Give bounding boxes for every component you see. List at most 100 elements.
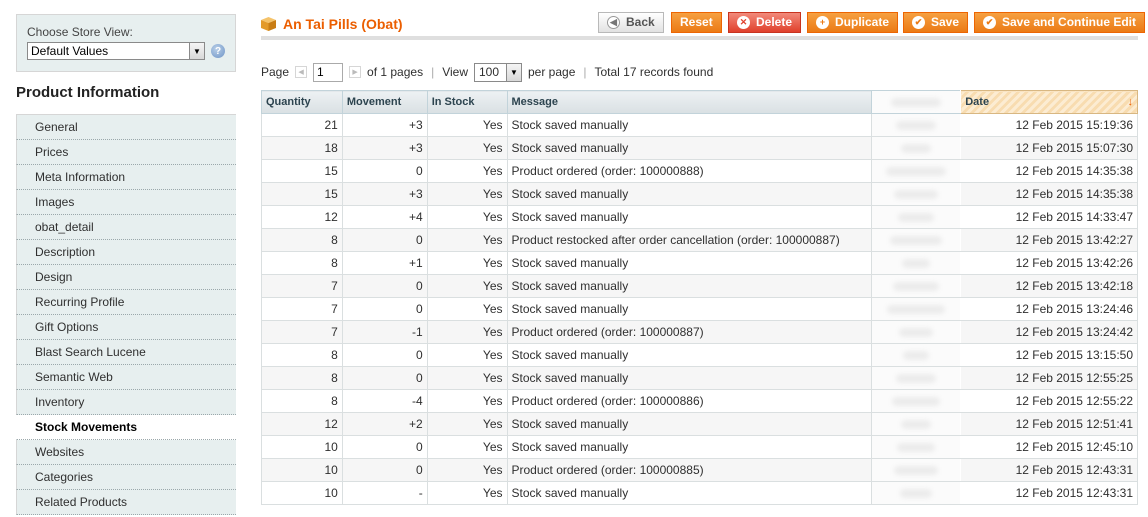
cell-date: 12 Feb 2015 13:24:46: [960, 297, 1138, 321]
save-button[interactable]: ✔ Save: [903, 12, 969, 33]
separator: |: [583, 65, 587, 79]
cell-movement: +4: [341, 205, 428, 229]
cell-movement: -: [341, 481, 428, 505]
sidebar-item-categories[interactable]: Categories: [16, 465, 236, 490]
cell-message: Stock saved manually: [506, 481, 873, 505]
cell-date: 12 Feb 2015 12:55:22: [960, 389, 1138, 413]
cell-date: 12 Feb 2015 15:19:36: [960, 113, 1138, 137]
sidebar-item-prices[interactable]: Prices: [16, 140, 236, 165]
redacted-bar: [898, 212, 935, 222]
cell-redacted: [871, 435, 962, 459]
cell-quantity: 8: [261, 389, 343, 413]
cell-in-stock: Yes: [426, 366, 508, 390]
redacted-bar: [902, 258, 931, 268]
cell-in-stock: Yes: [426, 343, 508, 367]
sidebar-item-images[interactable]: Images: [16, 190, 236, 215]
table-row[interactable]: 15 0 Yes Product ordered (order: 100000888)…: [261, 159, 1138, 183]
cell-message: Stock saved manually: [506, 412, 873, 436]
table-row[interactable]: 8 0 Yes Stock saved manually 12 Feb 2015 13:…: [261, 343, 1138, 367]
cell-in-stock: Yes: [426, 458, 508, 482]
cell-in-stock: Yes: [426, 159, 508, 183]
table-row[interactable]: 10- Yes Stock saved manually 12 Feb 2015 12…: [261, 481, 1138, 505]
table-row[interactable]: 12 +4 Yes Stock saved manually 12 Feb 2015 1…: [261, 205, 1138, 229]
page-number-input[interactable]: [313, 62, 344, 82]
content-header: An Tai Pills (Obat) ◀ Back Reset ✕ Delet…: [261, 10, 1146, 40]
sidebar-item-description[interactable]: Description: [16, 240, 236, 265]
table-row[interactable]: 10 0 Yes Product ordered (order: 100000885)…: [261, 458, 1138, 482]
table-row[interactable]: 7 0 Yes Stock saved manually 12 Feb 2015 13:…: [261, 274, 1138, 298]
cell-quantity: 8: [261, 251, 343, 275]
redacted-bar: [900, 488, 933, 498]
cell-movement: 0: [341, 366, 428, 390]
grid-header-row: Quantity Movement In Stock Message Date …: [261, 90, 1138, 114]
cell-movement: +2: [341, 412, 428, 436]
table-row[interactable]: 8 +1 Yes Stock saved manually 12 Feb 2015 13…: [261, 251, 1138, 275]
cell-quantity: 10: [261, 481, 343, 505]
column-date[interactable]: Date ↓: [960, 90, 1138, 114]
save-continue-button[interactable]: ✔ Save and Continue Edit: [974, 12, 1146, 33]
chevron-down-icon[interactable]: ▼: [506, 63, 521, 81]
redacted-bar: [896, 120, 937, 130]
column-message[interactable]: Message: [506, 90, 873, 114]
table-row[interactable]: 18 +3 Yes Stock saved manually 12 Feb 2015 1…: [261, 136, 1138, 160]
per-page-select[interactable]: 100 ▼: [474, 62, 522, 82]
cell-redacted: [871, 113, 962, 137]
delete-button[interactable]: ✕ Delete: [728, 12, 802, 33]
table-row[interactable]: 21 +3 Yes Stock saved manually 12 Feb 2015 1…: [261, 113, 1138, 137]
store-view-select[interactable]: Default Values ▼: [27, 42, 205, 60]
column-movement[interactable]: Movement: [341, 90, 428, 114]
cell-redacted: [871, 251, 962, 275]
cell-message: Stock saved manually: [506, 366, 873, 390]
table-row[interactable]: 10 0 Yes Stock saved manually 12 Feb 2015 12…: [261, 435, 1138, 459]
sidebar-item-blast-search-lucene[interactable]: Blast Search Lucene: [16, 340, 236, 365]
cell-in-stock: Yes: [426, 136, 508, 160]
duplicate-button[interactable]: + Duplicate: [807, 12, 899, 33]
redacted-bar: [894, 465, 939, 475]
sidebar-item-related-products[interactable]: Related Products: [16, 490, 236, 515]
cell-in-stock: Yes: [426, 481, 508, 505]
cell-movement: +1: [341, 251, 428, 275]
save-button-label: Save: [931, 15, 960, 29]
sidebar-item-inventory[interactable]: Inventory: [16, 390, 236, 415]
per-page-label: per page: [528, 65, 576, 79]
table-row[interactable]: 7 -1 Yes Product ordered (order: 100000887)…: [261, 320, 1138, 344]
sidebar-item-general[interactable]: General: [16, 115, 236, 140]
sidebar-item-gift-options[interactable]: Gift Options: [16, 315, 236, 340]
reset-button[interactable]: Reset: [671, 12, 722, 33]
cell-redacted: [871, 481, 962, 505]
sidebar-item-obat-detail[interactable]: obat_detail: [16, 215, 236, 240]
column-in-stock[interactable]: In Stock: [426, 90, 508, 114]
sidebar-item-stock-movements[interactable]: Stock Movements: [16, 415, 236, 440]
sidebar-item-recurring-profile[interactable]: Recurring Profile: [16, 290, 236, 315]
table-row[interactable]: 8 0 Yes Product restocked after order cance…: [261, 228, 1138, 252]
back-arrow-icon: ◀: [607, 16, 620, 29]
next-page-icon[interactable]: ▶: [349, 66, 362, 78]
cell-message: Product ordered (order: 100000888): [506, 159, 873, 183]
sidebar-item-meta-information[interactable]: Meta Information: [16, 165, 236, 190]
table-row[interactable]: 7 0 Yes Stock saved manually 12 Feb 2015 13:…: [261, 297, 1138, 321]
cell-movement: +3: [341, 113, 428, 137]
cell-redacted: [871, 205, 962, 229]
table-row[interactable]: 15 +3 Yes Stock saved manually 12 Feb 2015 1…: [261, 182, 1138, 206]
cell-redacted: [871, 366, 962, 390]
sidebar-item-websites[interactable]: Websites: [16, 440, 236, 465]
back-button[interactable]: ◀ Back: [598, 12, 664, 33]
cell-in-stock: Yes: [426, 297, 508, 321]
cell-date: 12 Feb 2015 14:35:38: [960, 159, 1138, 183]
help-icon[interactable]: ?: [211, 44, 225, 58]
cell-movement: -4: [341, 389, 428, 413]
column-quantity[interactable]: Quantity: [261, 90, 343, 114]
chevron-down-icon[interactable]: ▼: [189, 43, 204, 59]
prev-page-icon[interactable]: ◀: [295, 66, 308, 78]
grid-body: 21 +3 Yes Stock saved manually 12 Feb 2015 1…: [261, 113, 1138, 505]
sidebar-item-semantic-web[interactable]: Semantic Web: [16, 365, 236, 390]
cell-in-stock: Yes: [426, 251, 508, 275]
view-label: View: [442, 65, 468, 79]
sidebar-item-design[interactable]: Design: [16, 265, 236, 290]
table-row[interactable]: 8 -4 Yes Product ordered (order: 100000886)…: [261, 389, 1138, 413]
column-hidden: [871, 90, 962, 114]
cell-redacted: [871, 228, 962, 252]
cell-message: Stock saved manually: [506, 113, 873, 137]
table-row[interactable]: 12 +2 Yes Stock saved manually 12 Feb 2015 1…: [261, 412, 1138, 436]
table-row[interactable]: 8 0 Yes Stock saved manually 12 Feb 2015 12:…: [261, 366, 1138, 390]
